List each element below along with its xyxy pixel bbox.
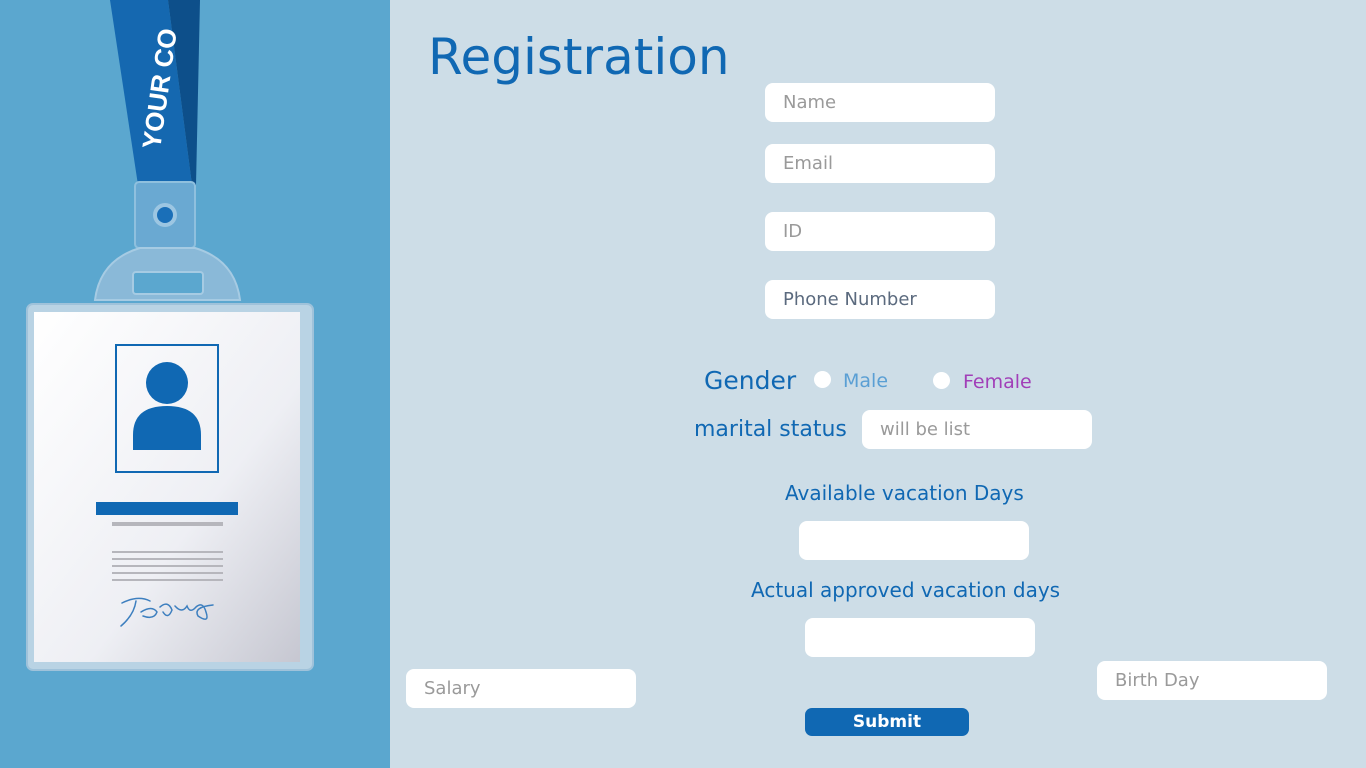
- birthday-input[interactable]: [1097, 661, 1327, 700]
- page-title: Registration: [428, 28, 730, 86]
- name-input[interactable]: [765, 83, 995, 122]
- submit-button[interactable]: Submit: [805, 708, 969, 736]
- id-input[interactable]: [765, 212, 995, 251]
- gender-label: Gender: [704, 366, 797, 395]
- approved-vacation-days-label: Actual approved vacation days: [751, 578, 1061, 602]
- gender-male-radio[interactable]: [814, 371, 831, 388]
- available-vacation-days-input[interactable]: [799, 521, 1029, 560]
- phone-number-input[interactable]: [765, 280, 995, 319]
- salary-input[interactable]: [406, 669, 636, 708]
- gender-female-label[interactable]: Female: [963, 371, 1032, 393]
- id-badge-icon: YOUR CO: [26, 0, 314, 671]
- gender-male-label[interactable]: Male: [843, 370, 888, 392]
- id-badge-illustration: YOUR CO: [0, 0, 390, 768]
- approved-vacation-days-input[interactable]: [805, 618, 1035, 657]
- email-input[interactable]: [765, 144, 995, 183]
- gender-female-radio[interactable]: [933, 372, 950, 389]
- marital-status-label: marital status: [694, 417, 847, 442]
- marital-status-select[interactable]: [862, 410, 1092, 449]
- available-vacation-days-label: Available vacation Days: [785, 481, 1024, 505]
